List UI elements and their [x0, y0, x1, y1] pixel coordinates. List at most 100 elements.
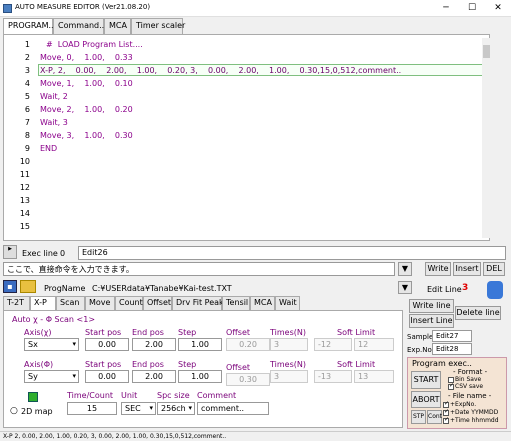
line-number: 14	[19, 209, 30, 218]
line-number: 15	[19, 222, 30, 231]
program-exec-title: Program exec..	[412, 359, 472, 368]
tab-command[interactable]: Command..	[53, 18, 104, 34]
edit-line-label: Edit Line	[427, 285, 462, 294]
soft-limit-low[interactable]: -12	[314, 338, 352, 351]
step-input[interactable]: 1.00	[178, 338, 222, 351]
unit-select[interactable]: SEC	[121, 402, 156, 415]
exec-icon[interactable]: ▶	[3, 245, 17, 259]
tab-mca[interactable]: MCA	[250, 296, 275, 310]
prog-path: C:¥USERdata¥Tanabe¥Kai-test.TXT	[92, 284, 232, 293]
tab-wait[interactable]: Wait	[275, 296, 300, 310]
code-line[interactable]: Wait, 3	[40, 118, 68, 127]
map-label: 2D map	[21, 407, 53, 416]
expno-label: Exp.No	[407, 346, 432, 354]
start-pos-input[interactable]: 0.00	[85, 338, 129, 351]
file-name-label: - File name -	[448, 392, 492, 400]
csv-save-checkbox[interactable]: CSV save	[448, 382, 483, 390]
map-radio[interactable]: ○	[10, 406, 18, 416]
program-editor[interactable]: 1 # LOAD Program List.... 2 Move, 0, 1.00, …	[3, 34, 491, 241]
tab-drv-fit-peak[interactable]: Drv Fit Peak	[172, 296, 224, 310]
date-checkbox[interactable]: +Date YYMMDD	[443, 408, 499, 416]
end-pos-input[interactable]: 2.00	[132, 338, 176, 351]
code-line[interactable]: Move, 3, 1.00, 0.30	[40, 131, 133, 140]
time-checkbox[interactable]: +Time hhmmdd	[443, 416, 499, 424]
tab-scan[interactable]: Scan	[56, 296, 85, 310]
time-count-input[interactable]: 15	[67, 402, 117, 415]
abort-button[interactable]: ABORT	[411, 391, 441, 408]
stp-button[interactable]: STP	[411, 410, 426, 424]
character-icon	[487, 281, 503, 299]
code-line[interactable]: END	[40, 144, 57, 153]
code-line[interactable]: Move, 1, 1.00, 0.10	[40, 79, 133, 88]
start-button[interactable]: START	[411, 371, 441, 389]
write-line-button[interactable]: Write line	[409, 299, 454, 313]
soft-limit-high[interactable]: 12	[354, 338, 394, 351]
soft-limit-low-2[interactable]: -13	[314, 370, 352, 383]
times-label: Times(N)	[270, 328, 306, 337]
insert-button[interactable]: Insert	[453, 262, 481, 276]
code-line[interactable]: Move, 0, 1.00, 0.33	[40, 53, 133, 62]
line-number: 9	[24, 144, 30, 153]
line-number: 10	[19, 157, 30, 166]
tab-t2t[interactable]: T-2T	[3, 296, 30, 310]
code-line[interactable]: X-P, 2, 0.00, 2.00, 1.00, 0.20, 3, 0.00,…	[40, 66, 401, 75]
line-number: 4	[24, 79, 30, 88]
command-input[interactable]: ここで、直接命令を入力できます。	[3, 262, 395, 276]
code-line[interactable]: Wait, 2	[40, 92, 68, 101]
line-number: 5	[24, 92, 30, 101]
axis-phi-select[interactable]: Sy	[24, 370, 79, 383]
times-input[interactable]: 3	[270, 338, 308, 351]
axis-chi-select[interactable]: Sx	[24, 338, 79, 351]
start-pos-input-2[interactable]: 0.00	[85, 370, 129, 383]
line-number: 7	[24, 118, 30, 127]
tab-move[interactable]: Move	[85, 296, 115, 310]
command-dropdown-button[interactable]: ▼	[398, 262, 412, 276]
axis-chi-label: Axis(χ)	[24, 328, 52, 337]
minimize-button[interactable]: ─	[433, 0, 459, 17]
offset-label: Offset	[226, 328, 251, 337]
maximize-button[interactable]: ☐	[459, 0, 485, 17]
folder-icon[interactable]	[20, 280, 36, 293]
line-number: 12	[19, 183, 30, 192]
map-icon	[28, 392, 38, 402]
tab-xp[interactable]: X-P	[30, 296, 56, 311]
tab-tensil[interactable]: Tensil	[222, 296, 250, 310]
offset-input[interactable]: 0.20	[226, 338, 270, 351]
write-button[interactable]: Write	[425, 262, 451, 276]
code-line[interactable]: # LOAD Program List....	[46, 40, 143, 49]
comment-label: Comment	[197, 391, 237, 400]
sample-label: Sample	[407, 333, 434, 341]
delete-line-button[interactable]: Delete line	[455, 306, 501, 320]
cont-button[interactable]: Cont	[427, 410, 442, 424]
tab-mca[interactable]: MCA	[104, 18, 131, 34]
line-number: 2	[24, 53, 30, 62]
exec-edit-field[interactable]: Edit26	[78, 246, 506, 260]
format-label: - Format -	[453, 368, 488, 376]
spc-size-select[interactable]: 256ch	[157, 402, 195, 415]
prog-dropdown-button[interactable]: ▼	[398, 281, 412, 294]
time-count-label: Time/Count	[67, 391, 114, 400]
save-icon[interactable]: ▪	[3, 280, 17, 293]
scrollbar-thumb[interactable]	[483, 45, 490, 58]
sample-input[interactable]: Edit27	[432, 330, 472, 342]
editor-scrollbar[interactable]	[482, 38, 491, 238]
line-number: 8	[24, 131, 30, 140]
code-line[interactable]: Move, 2, 1.00, 0.20	[40, 105, 133, 114]
start-pos-label-2: Start pos	[85, 360, 122, 369]
tab-program[interactable]: PROGRAM..	[3, 18, 54, 35]
close-button[interactable]: ✕	[485, 0, 511, 17]
tab-offset[interactable]: Offset	[143, 296, 172, 310]
del-button[interactable]: DEL	[483, 262, 505, 276]
tab-timer-scaler[interactable]: Timer scaler	[131, 18, 185, 34]
step-input-2[interactable]: 1.00	[178, 370, 222, 383]
insert-line-button[interactable]: Insert Line	[409, 314, 454, 328]
date-check-label: +Date YYMMDD	[450, 409, 499, 416]
times-input-2[interactable]: 3	[270, 370, 308, 383]
end-pos-input-2[interactable]: 2.00	[132, 370, 176, 383]
offset-input-2[interactable]: 0.30	[226, 373, 270, 386]
soft-limit-high-2[interactable]: 13	[354, 370, 394, 383]
tab-count[interactable]: Count	[115, 296, 143, 310]
step-label: Step	[178, 328, 197, 337]
comment-input[interactable]: comment..	[197, 402, 269, 415]
expno-input[interactable]: Edit28	[432, 343, 472, 355]
